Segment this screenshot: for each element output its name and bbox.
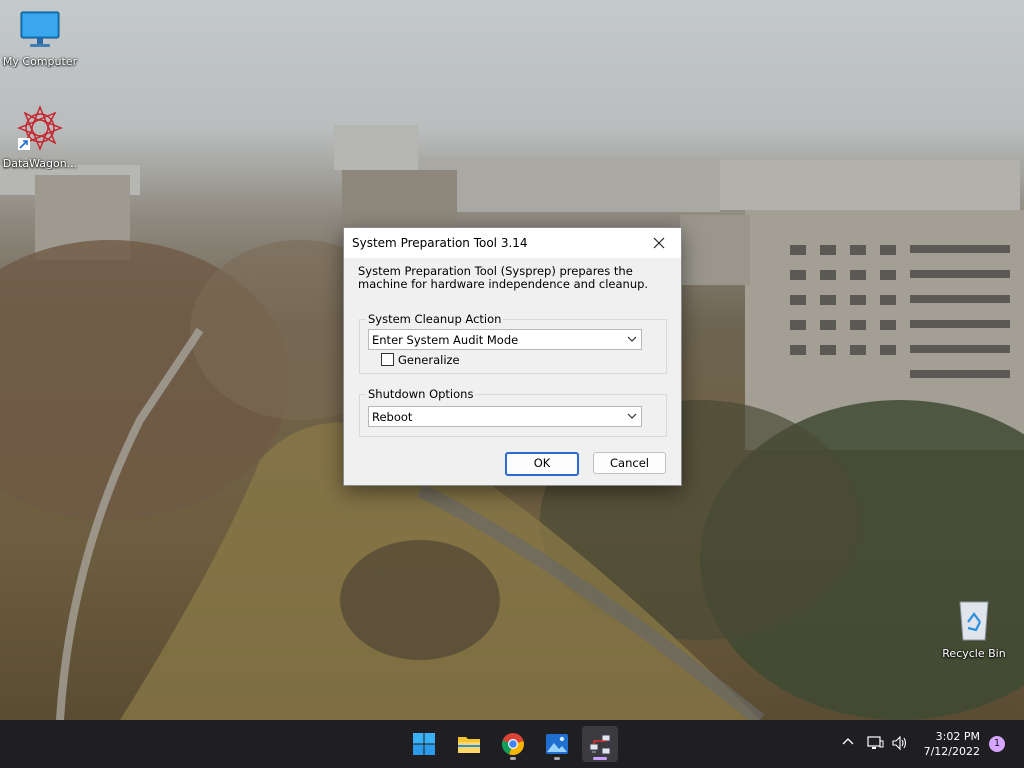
dialog-titlebar[interactable]: System Preparation Tool 3.14 [344,228,681,258]
generalize-label[interactable]: Generalize [398,353,460,367]
clock-date: 7/12/2022 [923,745,980,758]
generalize-checkbox[interactable] [381,353,394,366]
chevron-down-icon [627,413,637,419]
windows-icon [413,733,435,755]
shutdown-options-value: Reboot [372,410,413,424]
ok-button[interactable]: OK [505,452,579,476]
chrome-icon [501,733,524,756]
monitor-icon [20,11,60,47]
desktop-icon-recycle-bin[interactable]: Recycle Bin [934,598,1014,660]
photos-icon [546,734,568,754]
taskbar-sysprep[interactable] [582,726,618,762]
folder-icon [458,737,480,753]
volume-icon[interactable] [891,735,909,751]
chevron-down-icon [627,336,637,342]
shutdown-options-group: Shutdown Options Reboot [359,387,667,437]
dialog-title: System Preparation Tool 3.14 [352,236,528,250]
start-button[interactable] [406,726,442,762]
shutdown-options-select[interactable]: Reboot [368,406,642,427]
cancel-button[interactable]: Cancel [593,452,666,474]
cleanup-action-select[interactable]: Enter System Audit Mode [368,329,642,350]
taskbar: 3:02 PM 7/12/2022 [0,720,1024,768]
cleanup-action-value: Enter System Audit Mode [372,333,519,347]
running-indicator [593,757,607,760]
dialog-description: System Preparation Tool (Sysprep) prepar… [358,264,649,291]
desktop-icon-my-computer[interactable]: My Computer [0,10,80,68]
chevron-up-icon[interactable] [841,735,855,749]
running-indicator [510,757,516,760]
sysprep-dialog: System Preparation Tool 3.14 System Prep… [343,227,682,486]
taskbar-file-explorer[interactable] [451,726,487,762]
cleanup-action-group: System Cleanup Action Enter System Audit… [359,312,667,374]
desktop-icon-label: My Computer [2,55,78,68]
close-button[interactable] [637,228,681,258]
close-icon [653,237,665,249]
network-computers-icon [589,734,611,755]
desktop-icon-label: Recycle Bin [942,647,1006,660]
network-icon[interactable] [866,735,884,751]
cleanup-action-legend: System Cleanup Action [366,312,504,326]
clock-time: 3:02 PM [935,730,980,743]
taskbar-clock[interactable]: 3:02 PM 7/12/2022 [920,729,980,759]
running-indicator [554,757,560,760]
datawagon-icon [17,105,63,151]
desktop-icon-datawagon[interactable]: DataWagon... [0,104,80,170]
notification-badge[interactable]: 1 [989,736,1005,752]
taskbar-chrome[interactable] [495,726,531,762]
desktop-icon-label: DataWagon... [2,157,78,170]
desktop: My Computer DataWagon... Recycle Bin Sys… [0,0,1024,720]
recycle-bin-icon [959,601,989,641]
taskbar-photos[interactable] [539,726,575,762]
shutdown-options-legend: Shutdown Options [366,387,476,401]
